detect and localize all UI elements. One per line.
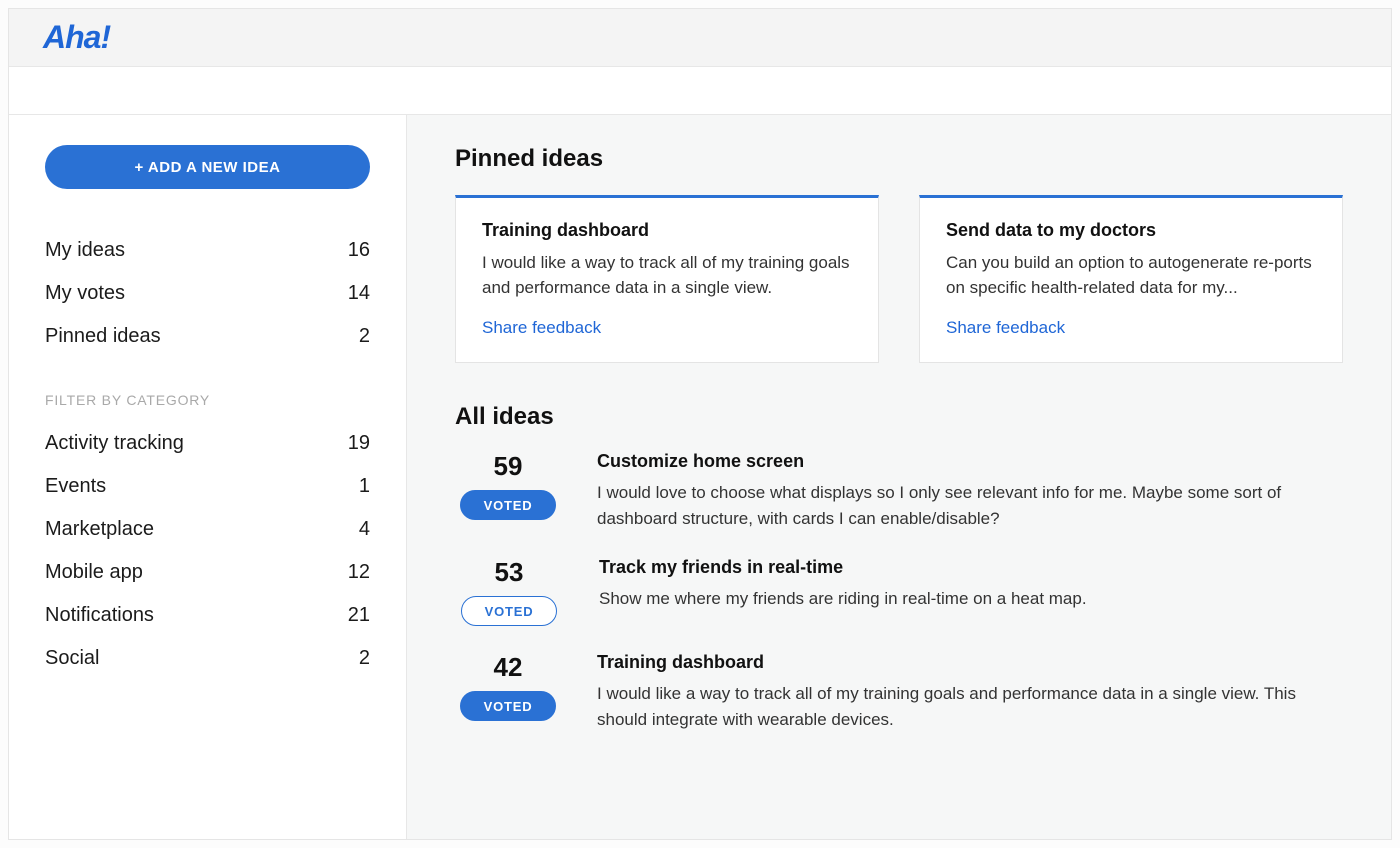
sidebar-item-my-votes[interactable]: My votes 14 xyxy=(45,272,370,315)
pinned-cards-row: Training dashboard I would like a way to… xyxy=(455,195,1343,363)
sidebar: + ADD A NEW IDEA My ideas 16 My votes 14… xyxy=(9,115,407,839)
sidebar-item-label: My votes xyxy=(45,282,125,305)
sidebar-item-count: 2 xyxy=(359,325,370,348)
filter-by-category-heading: FILTER BY CATEGORY xyxy=(45,392,370,408)
category-count: 2 xyxy=(359,647,370,670)
idea-title: Training dashboard xyxy=(597,652,1343,673)
idea-body[interactable]: Track my friends in real-time Show me wh… xyxy=(599,557,1087,626)
main-content: Pinned ideas Training dashboard I would … xyxy=(407,115,1391,839)
idea-title: Track my friends in real-time xyxy=(599,557,1087,578)
app-frame: Aha! + ADD A NEW IDEA My ideas 16 My vot… xyxy=(8,8,1392,840)
pinned-card-title: Send data to my doctors xyxy=(946,220,1316,241)
add-new-idea-button[interactable]: + ADD A NEW IDEA xyxy=(45,145,370,189)
category-label: Events xyxy=(45,475,106,498)
vote-button[interactable]: VOTED xyxy=(460,691,556,721)
category-item-notifications[interactable]: Notifications 21 xyxy=(45,594,370,637)
pinned-card[interactable]: Send data to my doctors Can you build an… xyxy=(919,195,1343,363)
idea-desc: I would love to choose what displays so … xyxy=(597,480,1343,531)
sidebar-item-count: 16 xyxy=(348,239,370,262)
share-feedback-link[interactable]: Share feedback xyxy=(946,318,1065,338)
category-count: 12 xyxy=(348,561,370,584)
all-ideas-heading: All ideas xyxy=(455,403,1343,431)
sidebar-item-my-ideas[interactable]: My ideas 16 xyxy=(45,229,370,272)
category-item-marketplace[interactable]: Marketplace 4 xyxy=(45,508,370,551)
brand-logo: Aha! xyxy=(43,19,110,56)
vote-button[interactable]: VOTED xyxy=(461,596,557,626)
category-count: 1 xyxy=(359,475,370,498)
vote-button[interactable]: VOTED xyxy=(460,490,556,520)
header-bar: Aha! xyxy=(9,9,1391,67)
category-count: 4 xyxy=(359,518,370,541)
sidebar-item-pinned-ideas[interactable]: Pinned ideas 2 xyxy=(45,315,370,358)
sidebar-item-label: My ideas xyxy=(45,239,125,262)
sidebar-item-label: Pinned ideas xyxy=(45,325,161,348)
vote-column: 42 VOTED xyxy=(455,652,561,732)
idea-row: 59 VOTED Customize home screen I would l… xyxy=(455,431,1343,537)
vote-count: 53 xyxy=(495,557,524,588)
idea-title: Customize home screen xyxy=(597,451,1343,472)
pinned-card-desc: I would like a way to track all of my tr… xyxy=(482,251,852,300)
category-item-events[interactable]: Events 1 xyxy=(45,465,370,508)
category-label: Mobile app xyxy=(45,561,143,584)
sidebar-nav-list: My ideas 16 My votes 14 Pinned ideas 2 xyxy=(45,229,370,358)
idea-desc: I would like a way to track all of my tr… xyxy=(597,681,1343,732)
category-count: 19 xyxy=(348,432,370,455)
vote-column: 53 VOTED xyxy=(455,557,563,626)
category-label: Activity tracking xyxy=(45,432,184,455)
vote-count: 42 xyxy=(494,652,523,683)
share-feedback-link[interactable]: Share feedback xyxy=(482,318,601,338)
vote-count: 59 xyxy=(494,451,523,482)
all-ideas-section: All ideas 59 VOTED Customize home screen… xyxy=(455,403,1343,738)
category-item-social[interactable]: Social 2 xyxy=(45,637,370,680)
category-list: Activity tracking 19 Events 1 Marketplac… xyxy=(45,422,370,680)
body: + ADD A NEW IDEA My ideas 16 My votes 14… xyxy=(9,115,1391,839)
idea-body[interactable]: Customize home screen I would love to ch… xyxy=(597,451,1343,531)
sidebar-item-count: 14 xyxy=(348,282,370,305)
category-label: Notifications xyxy=(45,604,154,627)
category-label: Social xyxy=(45,647,99,670)
category-item-mobile-app[interactable]: Mobile app 12 xyxy=(45,551,370,594)
category-label: Marketplace xyxy=(45,518,154,541)
idea-row: 53 VOTED Track my friends in real-time S… xyxy=(455,537,1343,632)
pinned-card-title: Training dashboard xyxy=(482,220,852,241)
pinned-card-desc: Can you build an option to autogenerate … xyxy=(946,251,1316,300)
pinned-ideas-heading: Pinned ideas xyxy=(455,145,1343,173)
subheader xyxy=(9,67,1391,115)
idea-desc: Show me where my friends are riding in r… xyxy=(599,586,1087,612)
category-item-activity-tracking[interactable]: Activity tracking 19 xyxy=(45,422,370,465)
idea-body[interactable]: Training dashboard I would like a way to… xyxy=(597,652,1343,732)
vote-column: 59 VOTED xyxy=(455,451,561,531)
pinned-card[interactable]: Training dashboard I would like a way to… xyxy=(455,195,879,363)
category-count: 21 xyxy=(348,604,370,627)
idea-row: 42 VOTED Training dashboard I would like… xyxy=(455,632,1343,738)
